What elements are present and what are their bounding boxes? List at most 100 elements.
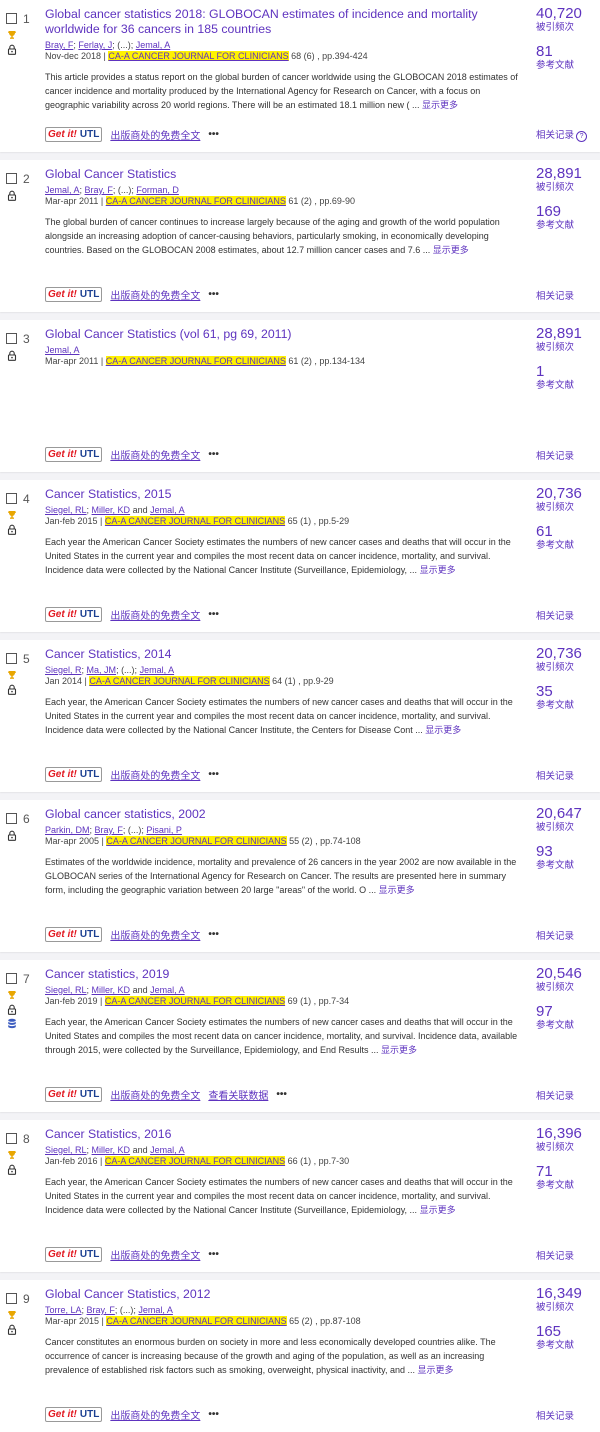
author-link[interactable]: Torre, LA (45, 1305, 82, 1315)
show-more-link[interactable]: 显示更多 (425, 725, 461, 735)
related-records-link[interactable]: 相关记录 (536, 448, 574, 462)
record-checkbox[interactable] (6, 13, 17, 25)
record-title[interactable]: Cancer Statistics, 2015 (45, 487, 520, 502)
more-options-icon[interactable]: ••• (208, 129, 219, 140)
author-link[interactable]: Pisani, P (146, 825, 182, 835)
record-title[interactable]: Cancer Statistics, 2014 (45, 647, 520, 662)
related-records-link[interactable]: 相关记录 (536, 928, 574, 942)
get-it-utl-button[interactable]: Get it! UTL (45, 1407, 103, 1422)
more-options-icon[interactable]: ••• (208, 289, 219, 300)
references-count[interactable]: 97 (536, 1003, 600, 1020)
record-checkbox[interactable] (6, 493, 17, 505)
author-link[interactable]: Ferlay, J (78, 40, 112, 50)
record-title[interactable]: Global Cancer Statistics (vol 61, pg 69,… (45, 327, 520, 342)
journal-link[interactable]: CA-A CANCER JOURNAL FOR CLINICIANS (106, 1316, 287, 1326)
show-more-link[interactable]: 显示更多 (433, 245, 469, 255)
author-link[interactable]: Ma, JM (87, 665, 117, 675)
get-it-utl-button[interactable]: Get it! UTL (45, 127, 103, 142)
more-options-icon[interactable]: ••• (276, 1089, 287, 1100)
get-it-utl-button[interactable]: Get it! UTL (45, 447, 103, 462)
journal-link[interactable]: CA-A CANCER JOURNAL FOR CLINICIANS (106, 836, 287, 846)
free-full-text-link[interactable]: 出版商处的免费全文 (110, 287, 200, 302)
record-title[interactable]: Cancer statistics, 2019 (45, 967, 520, 982)
times-cited-count[interactable]: 20,546 (536, 965, 600, 982)
journal-link[interactable]: CA-A CANCER JOURNAL FOR CLINICIANS (108, 51, 289, 61)
get-it-utl-button[interactable]: Get it! UTL (45, 767, 103, 782)
get-it-utl-button[interactable]: Get it! UTL (45, 927, 103, 942)
author-link[interactable]: Siegel, RL (45, 505, 87, 515)
more-options-icon[interactable]: ••• (208, 609, 219, 620)
author-link[interactable]: Siegel, RL (45, 985, 87, 995)
times-cited-count[interactable]: 20,647 (536, 805, 600, 822)
author-link[interactable]: Parkin, DM (45, 825, 90, 835)
times-cited-count[interactable]: 28,891 (536, 165, 600, 182)
more-options-icon[interactable]: ••• (208, 1409, 219, 1420)
record-title[interactable]: Cancer Statistics, 2016 (45, 1127, 520, 1142)
references-count[interactable]: 71 (536, 1163, 600, 1180)
show-more-link[interactable]: 显示更多 (381, 1045, 417, 1055)
record-checkbox[interactable] (6, 653, 17, 665)
more-options-icon[interactable]: ••• (208, 449, 219, 460)
author-link[interactable]: Siegel, RL (45, 1145, 87, 1155)
more-options-icon[interactable]: ••• (208, 929, 219, 940)
journal-link[interactable]: CA-A CANCER JOURNAL FOR CLINICIANS (104, 996, 286, 1006)
free-full-text-link[interactable]: 出版商处的免费全文 (110, 1247, 200, 1262)
author-link[interactable]: Jemal, A (140, 665, 175, 675)
references-count[interactable]: 165 (536, 1323, 600, 1340)
record-title[interactable]: Global Cancer Statistics, 2012 (45, 1287, 520, 1302)
author-link[interactable]: Jemal, A (150, 1145, 185, 1155)
related-records-link[interactable]: 相关记录 (536, 768, 574, 782)
times-cited-count[interactable]: 20,736 (536, 485, 600, 502)
times-cited-count[interactable]: 16,396 (536, 1125, 600, 1142)
references-count[interactable]: 61 (536, 523, 600, 540)
get-it-utl-button[interactable]: Get it! UTL (45, 1087, 103, 1102)
journal-link[interactable]: CA-A CANCER JOURNAL FOR CLINICIANS (104, 516, 286, 526)
references-count[interactable]: 81 (536, 43, 600, 60)
author-link[interactable]: Jemal, A (45, 185, 80, 195)
record-title[interactable]: Global cancer statistics 2018: GLOBOCAN … (45, 7, 520, 37)
author-link[interactable]: Forman, D (136, 185, 179, 195)
record-title[interactable]: Global cancer statistics, 2002 (45, 807, 520, 822)
times-cited-count[interactable]: 28,891 (536, 325, 600, 342)
more-options-icon[interactable]: ••• (208, 769, 219, 780)
related-records-link[interactable]: 相关记录 (536, 1408, 574, 1422)
database-icon[interactable] (7, 1018, 38, 1030)
free-full-text-link[interactable]: 出版商处的免费全文 (110, 927, 200, 942)
help-icon[interactable]: ? (576, 131, 588, 142)
author-link[interactable]: Jemal, A (136, 40, 171, 50)
show-more-link[interactable]: 显示更多 (420, 1205, 456, 1215)
record-title[interactable]: Global Cancer Statistics (45, 167, 520, 182)
record-checkbox[interactable] (6, 333, 17, 345)
author-link[interactable]: Jemal, A (45, 345, 80, 355)
record-checkbox[interactable] (6, 813, 17, 825)
author-link[interactable]: Jemal, A (138, 1305, 173, 1315)
show-more-link[interactable]: 显示更多 (379, 885, 415, 895)
record-checkbox[interactable] (6, 1133, 17, 1145)
times-cited-count[interactable]: 16,349 (536, 1285, 600, 1302)
linked-data-link[interactable]: 查看关联数据 (208, 1087, 268, 1102)
author-link[interactable]: Miller, KD (92, 505, 131, 515)
free-full-text-link[interactable]: 出版商处的免费全文 (110, 607, 200, 622)
references-count[interactable]: 93 (536, 843, 600, 860)
author-link[interactable]: Bray, F (87, 1305, 115, 1315)
times-cited-count[interactable]: 40,720 (536, 5, 600, 22)
references-count[interactable]: 169 (536, 203, 600, 220)
related-records-link[interactable]: 相关记录? (536, 127, 588, 142)
author-link[interactable]: Bray, F (45, 40, 73, 50)
free-full-text-link[interactable]: 出版商处的免费全文 (110, 1087, 200, 1102)
author-link[interactable]: Jemal, A (150, 985, 185, 995)
author-link[interactable]: Siegel, R (45, 665, 82, 675)
related-records-link[interactable]: 相关记录 (536, 1088, 574, 1102)
get-it-utl-button[interactable]: Get it! UTL (45, 1247, 103, 1262)
author-link[interactable]: Jemal, A (150, 505, 185, 515)
author-link[interactable]: Bray, F (85, 185, 113, 195)
related-records-link[interactable]: 相关记录 (536, 608, 574, 622)
author-link[interactable]: Miller, KD (92, 985, 131, 995)
author-link[interactable]: Bray, F (95, 825, 123, 835)
references-count[interactable]: 35 (536, 683, 600, 700)
more-options-icon[interactable]: ••• (208, 1249, 219, 1260)
author-link[interactable]: Miller, KD (92, 1145, 131, 1155)
get-it-utl-button[interactable]: Get it! UTL (45, 287, 103, 302)
show-more-link[interactable]: 显示更多 (418, 1365, 454, 1375)
journal-link[interactable]: CA-A CANCER JOURNAL FOR CLINICIANS (105, 356, 286, 366)
